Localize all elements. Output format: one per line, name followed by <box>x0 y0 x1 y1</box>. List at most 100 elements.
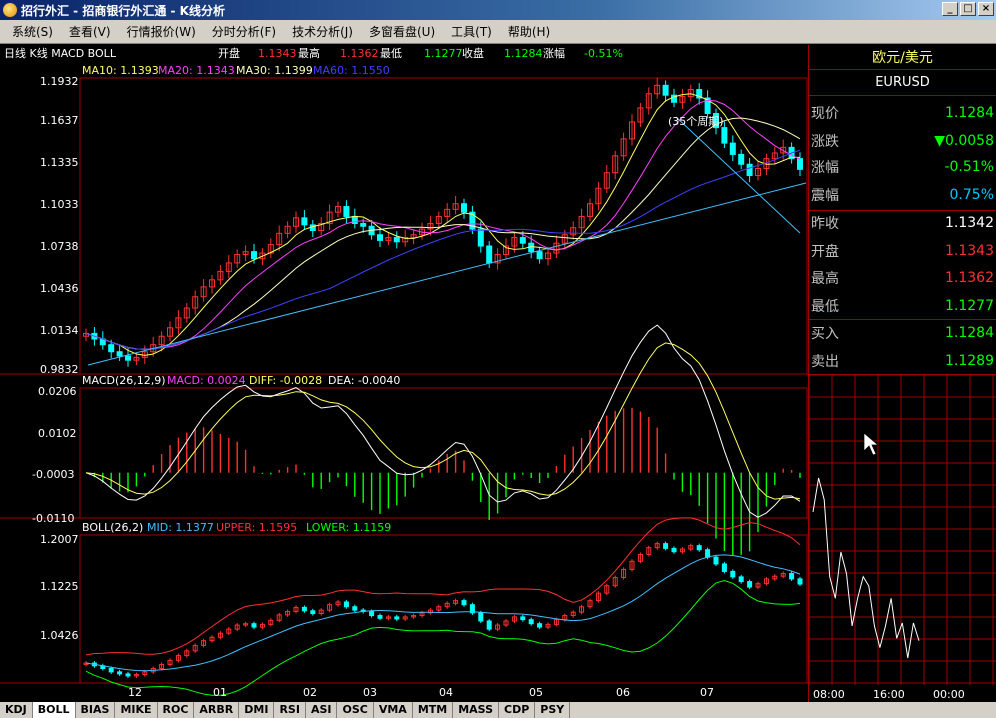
tab-boll[interactable]: BOLL <box>32 702 76 718</box>
quote-value: 1.1284 <box>945 105 994 121</box>
low-label: 最低 <box>380 47 402 60</box>
boll-tick: 1.0426 <box>40 629 79 642</box>
tab-cdp[interactable]: CDP <box>499 702 536 718</box>
close-label: 收盘 <box>462 46 484 60</box>
boll-candle-body <box>117 671 123 675</box>
ma60-legend: MA60: 1.1550 <box>313 64 390 77</box>
quote-row-open: 开盘 1.1343 <box>809 239 996 263</box>
quote-value: -0.51% <box>944 159 994 175</box>
quote-row-last: 现价 1.1284 <box>809 101 996 125</box>
time-tick: 04 <box>439 686 453 699</box>
candle-body <box>360 222 367 227</box>
macd-lines <box>85 324 801 518</box>
low-value: 1.1277 <box>424 47 463 60</box>
boll-upper-legend: UPPER: 1.1595 <box>216 521 297 534</box>
window-title: 招行外汇 - 招商银行外汇通 - K线分析 <box>21 3 225 18</box>
intraday-time-tick: 00:00 <box>933 688 965 701</box>
macd-tick: 0.0102 <box>38 427 77 440</box>
boll-candle-body <box>789 572 795 580</box>
boll-mid-line <box>85 554 801 672</box>
tab-kdj[interactable]: KDJ <box>0 702 33 718</box>
quote-label: 开盘 <box>811 244 839 260</box>
quote-label: 涨跌 <box>811 134 839 150</box>
intraday-chart[interactable]: 08:00 16:00 00:00 <box>809 375 996 703</box>
candle-body <box>116 351 123 357</box>
candle-body <box>301 217 308 226</box>
intraday-price-line <box>812 477 920 659</box>
menu-tools[interactable]: 工具(T) <box>443 23 500 40</box>
menu-technical[interactable]: 技术分析(J) <box>284 23 361 40</box>
tab-mass[interactable]: MASS <box>453 702 500 718</box>
candle-body <box>477 228 484 247</box>
menu-intraday[interactable]: 分时分析(F) <box>204 23 284 40</box>
tab-mtm[interactable]: MTM <box>412 702 454 718</box>
menu-quotes[interactable]: 行情报价(W) <box>119 23 204 40</box>
tab-rsi[interactable]: RSI <box>274 702 306 718</box>
boll-name-legend: BOLL(26,2) <box>82 521 143 534</box>
boll-candle-body <box>394 616 400 620</box>
time-tick: 06 <box>616 686 630 699</box>
candle-body <box>343 206 350 217</box>
menu-help[interactable]: 帮助(H) <box>500 23 558 40</box>
quote-label: 现价 <box>811 106 839 122</box>
minimize-button[interactable]: _ <box>942 2 958 16</box>
boll-candle-body <box>310 610 316 615</box>
candle-body <box>729 142 736 155</box>
tab-arbr[interactable]: ARBR <box>194 702 240 718</box>
boll-candle-body <box>738 576 744 583</box>
candle-body <box>721 127 728 144</box>
quote-row-change: 涨跌 ▼0.0058 <box>809 129 996 153</box>
quote-row-amplitude: 震幅 0.75% <box>809 183 996 207</box>
quote-value: 1.1362 <box>945 270 994 286</box>
price-tick: 1.1335 <box>40 156 79 169</box>
tab-bias[interactable]: BIAS <box>75 702 116 718</box>
boll-candle-body <box>713 556 719 565</box>
restore-button[interactable]: □ <box>960 2 976 16</box>
tab-psy[interactable]: PSY <box>535 702 571 718</box>
menu-view[interactable]: 查看(V) <box>61 23 119 40</box>
quote-label: 卖出 <box>811 354 839 370</box>
boll-candle-body <box>343 601 349 608</box>
chart-area[interactable]: 日线 K线 MACD BOLL 开盘 1.1343 最高 1.1362 最低 1… <box>0 45 808 702</box>
ma10-legend: MA10: 1.1393 <box>82 64 159 77</box>
kline-chart-canvas[interactable]: 日线 K线 MACD BOLL 开盘 1.1343 最高 1.1362 最低 1… <box>0 45 808 702</box>
intraday-grid <box>809 375 996 685</box>
quote-panel: 欧元/美元 EURUSD 现价 1.1284 涨跌 ▼0.0058 涨幅 -0.… <box>808 45 996 702</box>
boll-tick: 1.1225 <box>40 580 79 593</box>
macd-tick: -0.0110 <box>32 512 74 525</box>
menu-system[interactable]: 系统(S) <box>4 23 61 40</box>
close-button[interactable]: × <box>978 2 994 16</box>
candle-body <box>251 251 257 260</box>
tab-osc[interactable]: OSC <box>337 702 374 718</box>
boll-bands <box>85 517 801 696</box>
tab-asi[interactable]: ASI <box>305 702 338 718</box>
window-controls: _ □ × <box>942 2 994 16</box>
boll-candle-body <box>377 615 383 619</box>
trend-resistance-line <box>675 116 801 234</box>
candle-body <box>536 251 543 260</box>
boll-upper-line <box>85 517 801 656</box>
menu-bar: 系统(S) 查看(V) 行情报价(W) 分时分析(F) 技术分析(J) 多窗看盘… <box>0 20 996 44</box>
menu-multi-window[interactable]: 多窗看盘(U) <box>361 23 443 40</box>
intraday-time-tick: 08:00 <box>813 688 845 701</box>
tab-vma[interactable]: VMA <box>373 702 413 718</box>
open-label: 开盘 <box>218 46 240 60</box>
tab-dmi[interactable]: DMI <box>239 702 275 718</box>
quote-label: 震幅 <box>811 188 839 204</box>
period-label: 日线 K线 MACD BOLL <box>4 46 117 60</box>
quote-value: ▼0.0058 <box>934 133 994 149</box>
tab-mike[interactable]: MIKE <box>115 702 158 718</box>
tab-roc[interactable]: ROC <box>157 702 195 718</box>
macd-name-legend: MACD(26,12,9) <box>82 374 166 387</box>
title-bar: 招行外汇 - 招商银行外汇通 - K线分析 _ □ × <box>0 0 996 20</box>
quote-row-high: 最高 1.1362 <box>809 266 996 290</box>
price-tick: 1.1932 <box>40 75 79 88</box>
app-icon <box>3 3 17 17</box>
price-tick: 0.9832 <box>40 363 79 376</box>
time-tick: 01 <box>213 686 227 699</box>
boll-candle-body <box>797 578 803 585</box>
price-axis: 1.1932 1.1637 1.1335 1.1033 1.0738 1.043… <box>40 75 79 376</box>
change-label: 涨幅 <box>543 47 565 60</box>
candle-body <box>519 237 526 244</box>
cycle-annotation: (35个周期) <box>668 115 724 128</box>
